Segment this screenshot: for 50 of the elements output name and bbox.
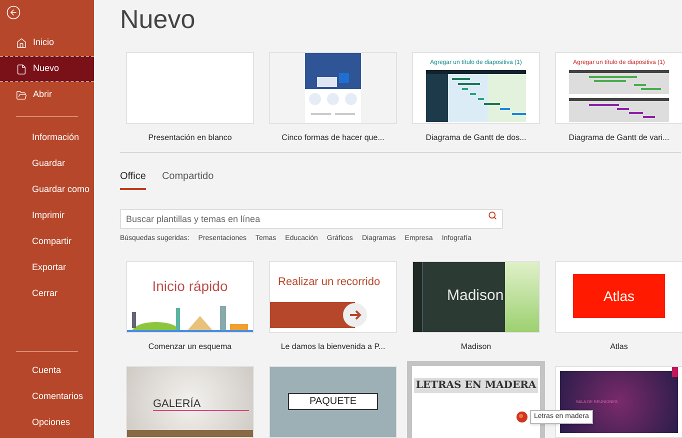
template-caption: Diagrama de Gantt de dos...: [426, 132, 526, 144]
sidebar-item[interactable]: Nuevo: [0, 56, 94, 82]
template-caption: Diagrama de Gantt de vari...: [568, 132, 670, 144]
home-icon: [16, 38, 27, 48]
slide-title: Inicio rápido: [152, 276, 228, 296]
arrow-right-icon: [343, 302, 367, 326]
template-thumbnail[interactable]: Realizar un recorrido: [269, 260, 397, 332]
search-field[interactable]: Buscar plantillas y temas en línea: [120, 209, 503, 229]
template-caption: Comenzar un esquema: [148, 340, 232, 352]
template-caption: Le damos la bienvenida a P...: [280, 340, 386, 352]
document-preview-drawing: [305, 53, 361, 123]
template-thumbnail[interactable]: GALERÍA: [126, 366, 254, 438]
side-stripe: [413, 262, 423, 332]
search-icon[interactable]: [488, 211, 497, 220]
slide-title: Atlas: [603, 287, 635, 306]
template-thumbnail[interactable]: Inicio rápido: [126, 260, 254, 332]
sidebar-item[interactable]: Exportar: [0, 255, 94, 281]
template-thumbnail[interactable]: [126, 52, 254, 124]
template-thumbnail[interactable]: Atlas: [555, 260, 682, 332]
sidebar-item[interactable]: Guardar: [0, 151, 94, 177]
tab[interactable]: Compartido: [162, 169, 214, 190]
sidebar-item[interactable]: Opciones: [0, 410, 94, 436]
sidebar-item[interactable]: Cuenta: [0, 358, 94, 384]
sidebar-item[interactable]: Compartir: [0, 229, 94, 255]
page-title: Nuevo: [120, 3, 196, 34]
template-caption: Cinco formas de hacer que...: [282, 132, 384, 144]
sidebar-item[interactable]: Inicio: [0, 30, 94, 56]
template-thumbnail[interactable]: PAQUETE: [269, 366, 397, 438]
back-icon[interactable]: [6, 5, 21, 20]
sidebar-item[interactable]: Imprimir: [0, 203, 94, 229]
sidebar-item[interactable]: Abrir: [0, 82, 94, 108]
template-thumbnail[interactable]: Madison: [412, 260, 540, 332]
slide-title: GALERÍA: [153, 398, 249, 410]
slide-title: LETRAS EN MADERA: [414, 378, 538, 392]
slide-title: Madison: [447, 286, 504, 306]
cursor-icon: [516, 410, 528, 423]
template-caption: Madison: [460, 340, 492, 352]
slide-title: Realizar un recorrido: [277, 274, 382, 290]
sidebar-item[interactable]: Guardar como: [0, 177, 94, 203]
bookmark-tab: [672, 366, 678, 376]
slide-title: PAQUETE: [288, 393, 378, 410]
template-thumbnail[interactable]: [269, 52, 397, 124]
sidebar-item[interactable]: Información: [0, 125, 94, 151]
document-icon: [16, 64, 27, 74]
sidebar-item[interactable]: Cerrar: [0, 281, 94, 307]
sidebar-item[interactable]: Comentarios: [0, 384, 94, 410]
template-caption: Presentación en blanco: [148, 132, 232, 144]
tab[interactable]: Office: [120, 169, 146, 190]
template-caption: Atlas: [610, 340, 628, 352]
folder-icon: [16, 90, 27, 100]
